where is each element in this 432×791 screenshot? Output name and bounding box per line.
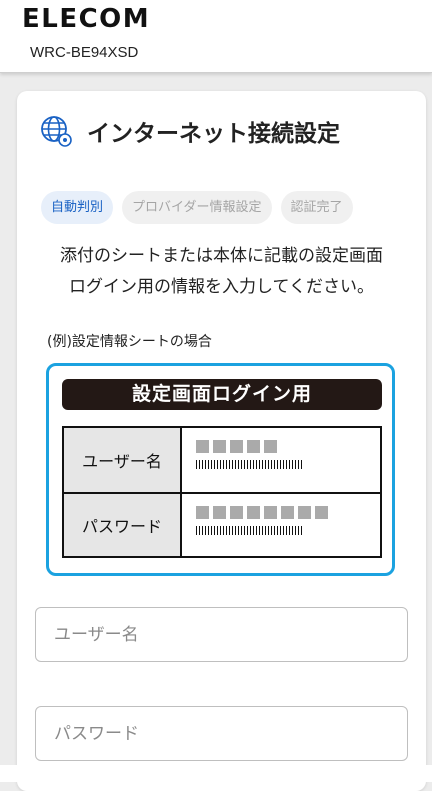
step-auto-detect: 自動判別: [41, 191, 114, 224]
step-provider-info: プロバイダー情報設定: [122, 191, 272, 224]
page-title-row: インターネット接続設定: [39, 111, 340, 151]
sheet-username-label: ユーザー名: [64, 428, 182, 492]
sheet-title: 設定画面ログイン用: [62, 379, 382, 410]
settings-card: インターネット接続設定 自動判別 プロバイダー情報設定 認証完了 添付のシートま…: [17, 91, 426, 791]
masked-blocks: [196, 506, 328, 519]
sheet-row-username: ユーザー名: [64, 428, 380, 494]
step-indicator: 自動判別 プロバイダー情報設定 認証完了: [41, 191, 353, 224]
page-title: インターネット接続設定: [87, 121, 340, 147]
password-input[interactable]: [35, 706, 408, 761]
masked-blocks: [196, 440, 302, 453]
example-label: (例)設定情報シートの場合: [47, 334, 212, 350]
barcode-lines: [196, 526, 302, 535]
bottom-bar: [0, 765, 432, 782]
username-input[interactable]: [35, 607, 408, 662]
barcode-lines: [196, 460, 302, 469]
app-header: ELECOM WRC-BE94XSD: [0, 0, 432, 73]
globe-settings-icon: [41, 116, 72, 147]
model-name: WRC-BE94XSD: [30, 44, 139, 61]
step-auth-complete: 認証完了: [280, 191, 353, 224]
instruction-text: 添付のシートまたは本体に記載の設定画面 ログイン用の情報を入力してください。: [17, 241, 426, 303]
sheet-table: ユーザー名 パスワード: [62, 426, 382, 558]
sheet-password-label: パスワード: [64, 494, 182, 556]
instruction-line-1: 添付のシートまたは本体に記載の設定画面: [60, 246, 383, 266]
sheet-row-password: パスワード: [64, 494, 380, 556]
sheet-password-masked: [196, 506, 328, 535]
example-sheet-illustration: 設定画面ログイン用 ユーザー名 パスワード: [46, 363, 395, 576]
instruction-line-2: ログイン用の情報を入力してください。: [69, 277, 374, 297]
sheet-username-masked: [196, 440, 302, 469]
brand-logo: ELECOM: [22, 4, 151, 34]
